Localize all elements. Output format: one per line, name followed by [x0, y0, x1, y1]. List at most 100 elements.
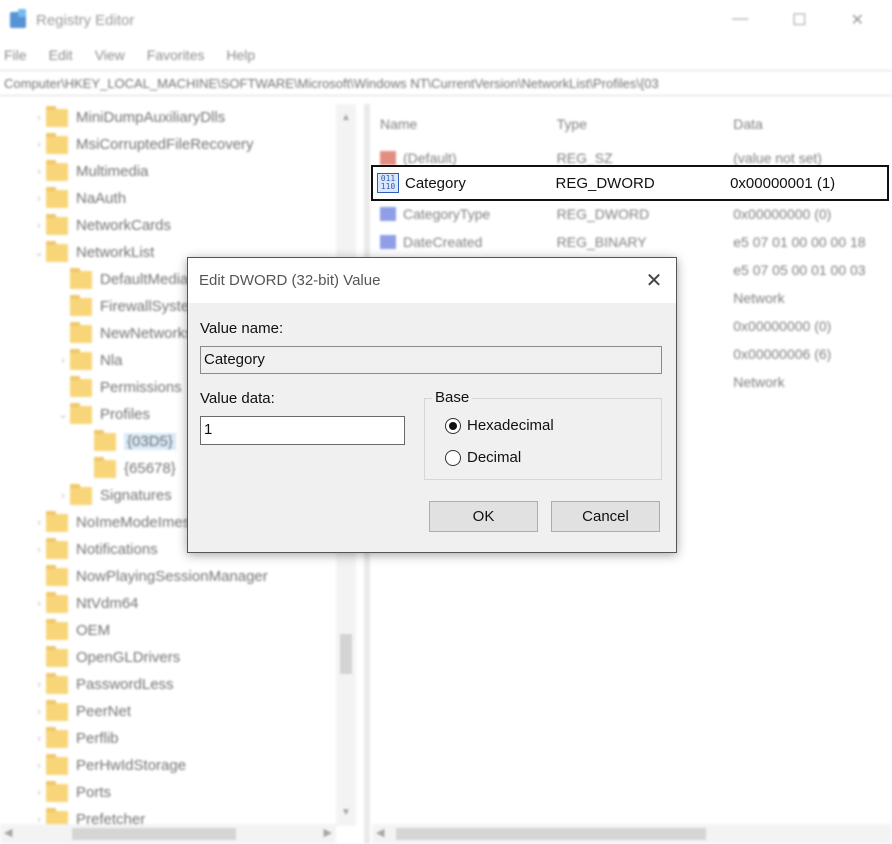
column-type-header[interactable]: Type [557, 116, 734, 132]
hexadecimal-option[interactable]: Hexadecimal [445, 417, 554, 434]
scroll-right-icon[interactable]: ▶ [324, 826, 332, 839]
tree-item[interactable]: › MiniDumpAuxiliaryDlls [0, 104, 356, 131]
expand-arrow-icon[interactable]: › [32, 760, 46, 772]
column-name-header[interactable]: Name [372, 116, 557, 132]
hexadecimal-radio[interactable] [445, 417, 461, 434]
expand-arrow-icon[interactable]: › [32, 139, 46, 151]
tree-item-label: Multimedia [76, 163, 149, 180]
tree-item-label: PeerNet [76, 703, 132, 720]
address-bar[interactable]: Computer\HKEY_LOCAL_MACHINE\SOFTWARE\Mic… [0, 70, 892, 96]
expand-arrow-icon[interactable]: › [32, 787, 46, 799]
reg-binary-icon [380, 235, 396, 249]
value-data: 0x00000006 (6) [733, 346, 832, 362]
tree-item[interactable]: › NtVdm64 [0, 590, 356, 617]
edit-dword-dialog: Edit DWORD (32-bit) Value ✕ Value name: … [187, 257, 677, 553]
tree-item[interactable]: › NaAuth [0, 185, 356, 212]
value-name-field: Category [200, 346, 662, 374]
menu-file[interactable]: File [4, 47, 27, 63]
tree-item[interactable]: › Perflib [0, 725, 356, 752]
maximize-icon[interactable]: ☐ [792, 10, 806, 30]
ok-button[interactable]: OK [429, 501, 538, 532]
value-data: e5 07 01 00 00 00 18 [733, 234, 866, 250]
tree-item[interactable]: › Ports [0, 779, 356, 806]
expand-arrow-icon[interactable]: › [32, 220, 46, 232]
base-group: Hexadecimal Decimal [424, 398, 662, 480]
value-name-cell: CategoryType [372, 206, 557, 222]
expand-arrow-icon[interactable]: › [32, 544, 46, 556]
folder-icon [46, 213, 68, 235]
value-data: (value not set) [733, 150, 822, 166]
expand-arrow-icon[interactable]: › [32, 733, 46, 745]
folder-icon [46, 645, 68, 667]
tree-item-label: MiniDumpAuxiliaryDlls [76, 109, 226, 126]
tree-item[interactable]: OEM [0, 617, 356, 644]
window-title: Registry Editor [36, 11, 135, 29]
tree-item-label: Notifications [76, 541, 158, 558]
collapse-arrow-icon[interactable]: ⌄ [56, 408, 70, 421]
collapse-arrow-icon[interactable]: ⌄ [32, 246, 46, 259]
expand-arrow-icon[interactable]: › [32, 166, 46, 178]
folder-icon [46, 726, 68, 748]
value-data: 0x00000000 (0) [733, 206, 832, 222]
value-type: REG_DWORD [555, 174, 655, 192]
tree-item[interactable]: › MsiCorruptedFileRecovery [0, 131, 356, 158]
folder-icon [46, 132, 68, 154]
scrollbar-thumb[interactable] [340, 634, 352, 674]
menu-favorites[interactable]: Favorites [147, 47, 205, 63]
expand-arrow-icon[interactable]: › [56, 490, 70, 502]
column-data-header[interactable]: Data [733, 116, 892, 132]
minimize-icon[interactable]: — [732, 10, 748, 30]
cancel-button[interactable]: Cancel [551, 501, 660, 532]
tree-item-label: NetworkCards [76, 217, 172, 234]
close-icon[interactable]: ✕ [632, 258, 676, 303]
menu-help[interactable]: Help [226, 47, 255, 63]
tree-item[interactable]: › PasswordLess [0, 671, 356, 698]
expand-arrow-icon[interactable]: › [32, 679, 46, 691]
tree-item[interactable]: › PerHwIdStorage [0, 752, 356, 779]
close-window-icon[interactable]: ✕ [851, 10, 864, 30]
reg-dword-icon: 011 110 [377, 173, 399, 193]
tree-item[interactable]: › Multimedia [0, 158, 356, 185]
tree-item[interactable]: › NetworkCards [0, 212, 356, 239]
scroll-up-icon[interactable]: ▲ [336, 112, 356, 123]
value-data: Network [733, 290, 785, 306]
scrollbar-thumb[interactable] [396, 828, 706, 840]
scrollbar-thumb[interactable] [72, 828, 236, 840]
tree-item-label: NoImeModeImes [76, 514, 191, 531]
scroll-down-icon[interactable]: ▼ [336, 807, 356, 818]
values-horizontal-scrollbar[interactable]: ◀ [372, 824, 892, 844]
scroll-left-icon[interactable]: ◀ [4, 826, 12, 839]
value-name: (Default) [403, 150, 457, 166]
dialog-title: Edit DWORD (32-bit) Value [199, 272, 381, 289]
value-data: 0x00000001 (1) [730, 174, 836, 192]
folder-icon [94, 429, 116, 451]
menu-view[interactable]: View [95, 47, 125, 63]
expand-arrow-icon[interactable]: › [32, 598, 46, 610]
tree-item[interactable]: NowPlayingSessionManager [0, 563, 356, 590]
expand-arrow-icon[interactable]: › [32, 112, 46, 124]
value-data-input[interactable]: 1 [200, 416, 405, 445]
tree-item[interactable]: › PeerNet [0, 698, 356, 725]
expand-arrow-icon[interactable]: › [56, 355, 70, 367]
value-row[interactable]: DateCreated REG_BINARY e5 07 01 00 00 00 1… [372, 228, 892, 256]
decimal-radio[interactable] [445, 449, 461, 466]
folder-icon [70, 402, 92, 424]
tree-item-label: MsiCorruptedFileRecovery [76, 136, 254, 153]
reg-sz-icon [380, 151, 396, 165]
tree-horizontal-scrollbar[interactable]: ◀ ▶ [0, 824, 336, 844]
scroll-left-icon[interactable]: ◀ [376, 826, 384, 839]
expand-arrow-icon[interactable]: › [32, 193, 46, 205]
value-type: REG_DWORD [556, 206, 650, 222]
expand-arrow-icon[interactable]: › [32, 517, 46, 529]
value-data: 0x00000000 (0) [733, 318, 832, 334]
tree-item[interactable]: OpenGLDrivers [0, 644, 356, 671]
value-row[interactable]: CategoryType REG_DWORD 0x00000000 (0) [372, 200, 892, 228]
tree-item-label: {03D5} [124, 433, 176, 450]
tree-item-label: Signatures [100, 487, 172, 504]
decimal-option[interactable]: Decimal [445, 449, 521, 466]
value-row-category[interactable]: 011 110 Category REG_DWORD 0x00000001 (1) [371, 165, 889, 201]
expand-arrow-icon[interactable]: › [32, 706, 46, 718]
folder-icon [46, 159, 68, 181]
value-name: DateCreated [403, 234, 483, 250]
menu-edit[interactable]: Edit [49, 47, 73, 63]
